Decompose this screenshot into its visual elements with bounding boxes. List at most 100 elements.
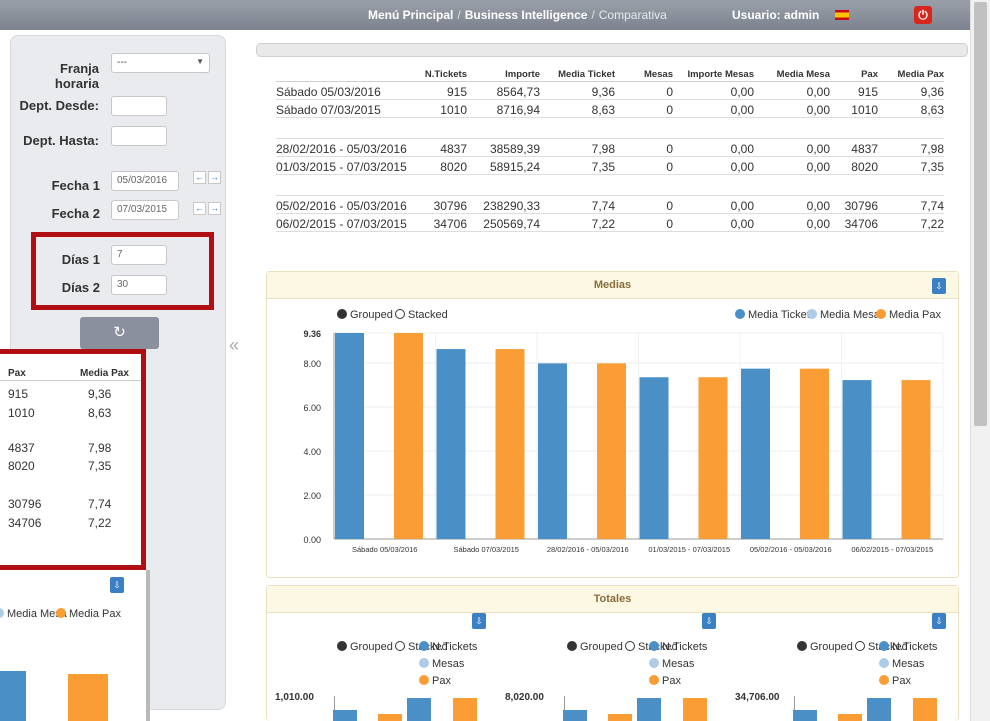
fecha2-prev-arrow-icon[interactable]: ← [193,202,206,215]
zoom-overlay: Pax Media Pax 915 9,36 1010 8,63 4837 7,… [0,349,150,721]
franja-value: --- [117,57,127,68]
collapse-panel-icon[interactable]: « [229,335,239,356]
download-icon[interactable]: ⇩ [472,613,486,629]
fecha1-next-arrow-icon[interactable]: → [208,171,221,184]
legend-media-pax[interactable]: Media Pax [876,309,941,321]
x-tick-label: 01/03/2015 - 07/03/2015 [648,545,730,554]
y-tick-label: 9.36 [303,329,321,339]
col-header: Pax [861,69,878,80]
table-cell: 58915,24 [489,160,540,174]
crumb-current: Comparativa [598,8,667,22]
table-header-row: N.Tickets Importe Media Ticket Mesas Imp… [276,66,944,82]
table-cell: 0,00 [806,199,830,213]
download-icon[interactable]: ⇩ [932,278,946,294]
x-tick-label: Sábado 07/03/2015 [454,545,519,554]
fecha1-input[interactable]: 05/03/2016 [111,171,179,191]
dept-hasta-input[interactable] [111,126,167,146]
scrollbar-thumb[interactable] [974,2,987,426]
legend-label: Pax [892,675,911,687]
table-cell: 7,98 [591,142,615,156]
fecha2-input[interactable]: 07/03/2015 [111,200,179,220]
highlight-frame-zoom [0,349,146,570]
legend-dot [337,641,347,651]
table-cell: 7,22 [591,217,615,231]
legend-dot [807,309,817,319]
crumb-home[interactable]: Menú Principal [368,8,453,22]
table-cell: 0,00 [730,160,754,174]
legend-n-tickets[interactable]: N.Tickets [879,641,937,653]
toggle-grouped[interactable]: Grouped [797,641,853,653]
legend-dot [649,658,659,668]
table-cell: 8,63 [591,103,615,117]
table-cell: 8020 [851,160,878,174]
dept-desde-label: Dept. Desde: [19,98,99,113]
legend-label: Mesas [662,658,695,670]
totales-bar [838,714,862,721]
dept-desde-input[interactable] [111,96,167,116]
bar-media-ticket [842,380,872,539]
toggle-grouped[interactable]: Grouped [337,641,393,653]
franja-select[interactable]: --- ▼ [111,53,210,73]
legend-dot [567,641,577,651]
table-cell: 0,00 [806,85,830,99]
totales-bar [867,698,891,721]
refresh-button[interactable]: ↻ [80,317,159,349]
legend-dot [876,309,886,319]
toggle-grouped[interactable]: Grouped [337,309,393,321]
legend-pax[interactable]: Pax [419,675,451,687]
table-cell: 9,36 [920,85,944,99]
row-label: 01/03/2015 - 07/03/2015 [276,160,407,174]
legend-label: N.Tickets [892,641,938,653]
fecha2-label: Fecha 2 [51,206,100,221]
power-icon[interactable]: ⏻ [914,6,932,24]
table-cell: 8564,73 [496,85,540,99]
top-strip [256,43,968,57]
fecha1-prev-arrow-icon[interactable]: ← [193,171,206,184]
comparison-table: N.Tickets Importe Media Ticket Mesas Imp… [276,66,944,232]
legend-label: Pax [432,675,451,687]
legend-media-mesa[interactable]: Media Mesa [807,309,880,321]
legend-dot [56,608,66,618]
legend-mesas[interactable]: Mesas [879,658,924,670]
bar-media-ticket [639,377,669,539]
crumb-bi[interactable]: Business Intelligence [465,8,588,22]
download-icon[interactable]: ⇩ [702,613,716,629]
row-label: 05/02/2016 - 05/03/2016 [276,199,407,213]
table-cell: 8716,94 [496,103,540,117]
table-cell: 1010 [440,103,467,117]
table-cell: 915 [446,85,467,99]
row-label: 28/02/2016 - 05/03/2016 [276,142,407,156]
legend-label: Grouped [580,641,623,653]
row-label: Sábado 07/03/2015 [276,103,381,117]
legend-mesas[interactable]: Mesas [419,658,464,670]
toggle-stacked[interactable]: Stacked [395,309,448,321]
fecha2-next-arrow-icon[interactable]: → [208,202,221,215]
totales-bar [637,698,661,721]
toggle-grouped[interactable]: Grouped [567,641,623,653]
totales-bar [913,698,937,721]
breadcrumb: Menú Principal / Business Intelligence / Com… [368,8,667,22]
col-header: N.Tickets [424,69,467,80]
legend-pax[interactable]: Pax [879,675,911,687]
totales-bar [407,698,431,721]
table-cell: 0,00 [730,142,754,156]
table-cell: 0,00 [806,160,830,174]
legend-label: Mesas [432,658,465,670]
totales-bar [378,714,402,721]
caret-down-icon: ▼ [196,57,204,66]
table-cell: 0,00 [806,142,830,156]
legend-n-tickets[interactable]: N.Tickets [419,641,477,653]
x-tick-label: Sábado 05/03/2016 [352,545,417,554]
user-label[interactable]: Usuario: admin [732,8,819,22]
spain-flag-icon[interactable] [835,10,849,20]
table-cell: 7,35 [920,160,944,174]
legend-media-ticket[interactable]: Media Ticket [735,309,810,321]
vertical-scrollbar[interactable] [970,0,990,721]
legend-pax[interactable]: Pax [649,675,681,687]
table-cell: 1010 [851,103,878,117]
legend-n-tickets[interactable]: N.Tickets [649,641,707,653]
download-icon[interactable]: ⇩ [932,613,946,629]
legend-mesas[interactable]: Mesas [649,658,694,670]
table-cell: 7,98 [920,142,944,156]
download-icon[interactable]: ⇩ [110,577,124,593]
